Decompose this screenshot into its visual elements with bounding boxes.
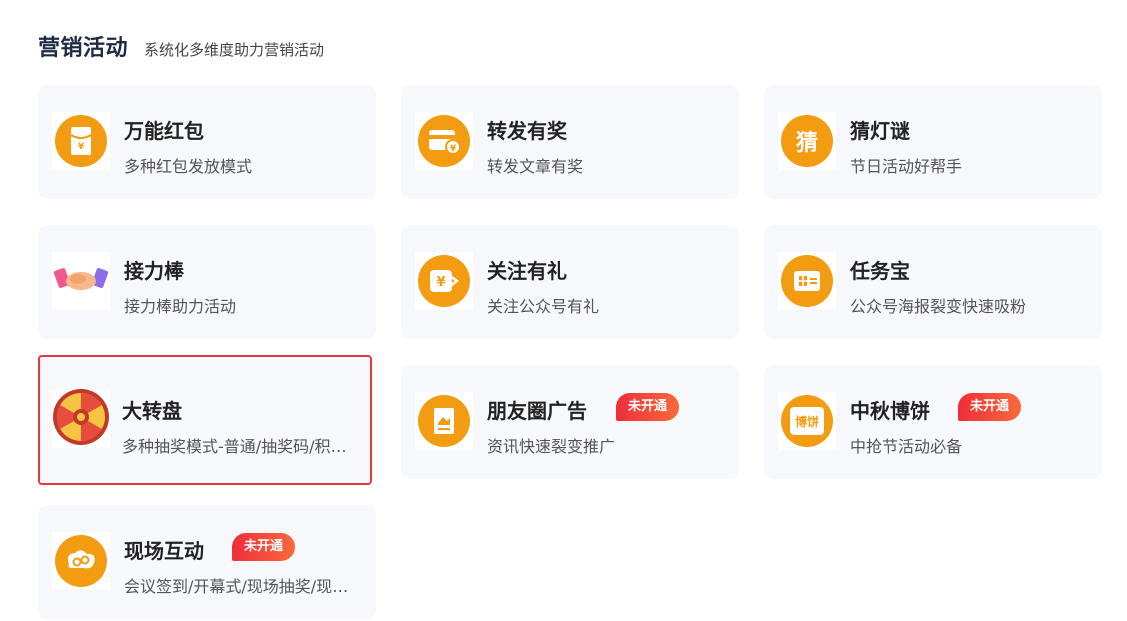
card-title: 朋友圈广告 <box>487 399 587 423</box>
follow-gift-icon: ¥ <box>418 255 470 307</box>
card-icon-box: ¥ <box>415 252 473 310</box>
card-title: 任务宝 <box>850 259 910 283</box>
lantern-riddle-icon: 猜 <box>781 115 833 167</box>
card-icon-box: ¥ <box>415 112 473 170</box>
live-interaction-icon <box>55 535 107 587</box>
card-wanneng-hongbao[interactable]: ¥ 万能红包 多种红包发放模式 <box>38 85 376 199</box>
card-title: 现场互动 <box>124 539 204 563</box>
card-title: 大转盘 <box>122 399 182 423</box>
card-description: 节日活动好帮手 <box>850 157 963 176</box>
card-cai-dengmi[interactable]: 猜 猜灯谜 节日活动好帮手 <box>764 85 1102 199</box>
icon-glyph: 博饼 <box>794 414 819 429</box>
card-title: 猜灯谜 <box>850 119 910 143</box>
card-description: 多种抽奖模式-普通/抽奖码/积分抽奖 <box>122 437 358 456</box>
card-description: 公众号海报裂变快速吸粉 <box>850 297 1027 316</box>
card-description: 关注公众号有礼 <box>487 297 600 316</box>
card-description: 会议签到/开幕式/现场抽奖/现场互动 <box>124 577 364 596</box>
card-title: 转发有奖 <box>487 119 567 143</box>
card-description: 多种红包发放模式 <box>124 157 253 176</box>
card-zhongqiu-bobing[interactable]: 博饼 中秋博饼 未开通 中抢节活动必备 <box>764 365 1102 479</box>
card-title: 万能红包 <box>124 119 204 143</box>
card-description: 转发文章有奖 <box>487 157 584 176</box>
lucky-wheel-icon <box>52 388 110 450</box>
svg-text:¥: ¥ <box>78 142 85 152</box>
icon-glyph: 猜 <box>795 131 818 156</box>
card-icon-box: ¥ <box>52 112 110 170</box>
card-icon-box <box>778 252 836 310</box>
card-xianchang-hudong[interactable]: 现场互动 未开通 会议签到/开幕式/现场抽奖/现场互动 <box>38 505 376 619</box>
svg-text:¥: ¥ <box>450 144 457 154</box>
card-title: 接力棒 <box>124 259 184 283</box>
moments-ad-icon <box>418 395 470 447</box>
card-zhuanfa-youjiang[interactable]: ¥ 转发有奖 转发文章有奖 <box>401 85 739 199</box>
card-description: 中抢节活动必备 <box>850 437 963 456</box>
card-icon-box <box>52 532 110 590</box>
card-renwubao[interactable]: 任务宝 公众号海报裂变快速吸粉 <box>764 225 1102 339</box>
section-title: 营销活动 <box>38 36 129 61</box>
card-icon-box <box>52 388 110 450</box>
card-icon-box: 博饼 <box>778 392 836 450</box>
card-jielibang[interactable]: 接力棒 接力棒助力活动 <box>38 225 376 339</box>
card-description: 资讯快速裂变推广 <box>487 437 616 456</box>
mooncake-icon: 博饼 <box>781 395 833 447</box>
card-description: 接力棒助力活动 <box>124 297 237 316</box>
card-title: 关注有礼 <box>487 259 567 283</box>
handshake-icon <box>53 259 109 303</box>
task-treasure-icon <box>781 255 833 307</box>
card-icon-box <box>415 392 473 450</box>
card-pengyouquan-guanggao[interactable]: 朋友圈广告 未开通 资讯快速裂变推广 <box>401 365 739 479</box>
card-icon-box: 猜 <box>778 112 836 170</box>
svg-text:¥: ¥ <box>436 275 445 290</box>
card-title: 中秋博饼 <box>850 399 930 423</box>
forward-reward-icon: ¥ <box>418 115 470 167</box>
card-da-zhuanpan[interactable]: 大转盘 多种抽奖模式-普通/抽奖码/积分抽奖 <box>38 355 372 485</box>
not-activated-badge: 未开通 <box>232 533 296 561</box>
card-guanzhu-youli[interactable]: ¥ 关注有礼 关注公众号有礼 <box>401 225 739 339</box>
section-subtitle: 系统化多维度助力营销活动 <box>144 41 325 59</box>
red-envelope-icon: ¥ <box>55 115 107 167</box>
card-icon-box <box>52 252 110 310</box>
not-activated-badge: 未开通 <box>958 393 1022 421</box>
section-header: 营销活动 系统化多维度助力营销活动 <box>38 30 324 62</box>
not-activated-badge: 未开通 <box>616 393 680 421</box>
